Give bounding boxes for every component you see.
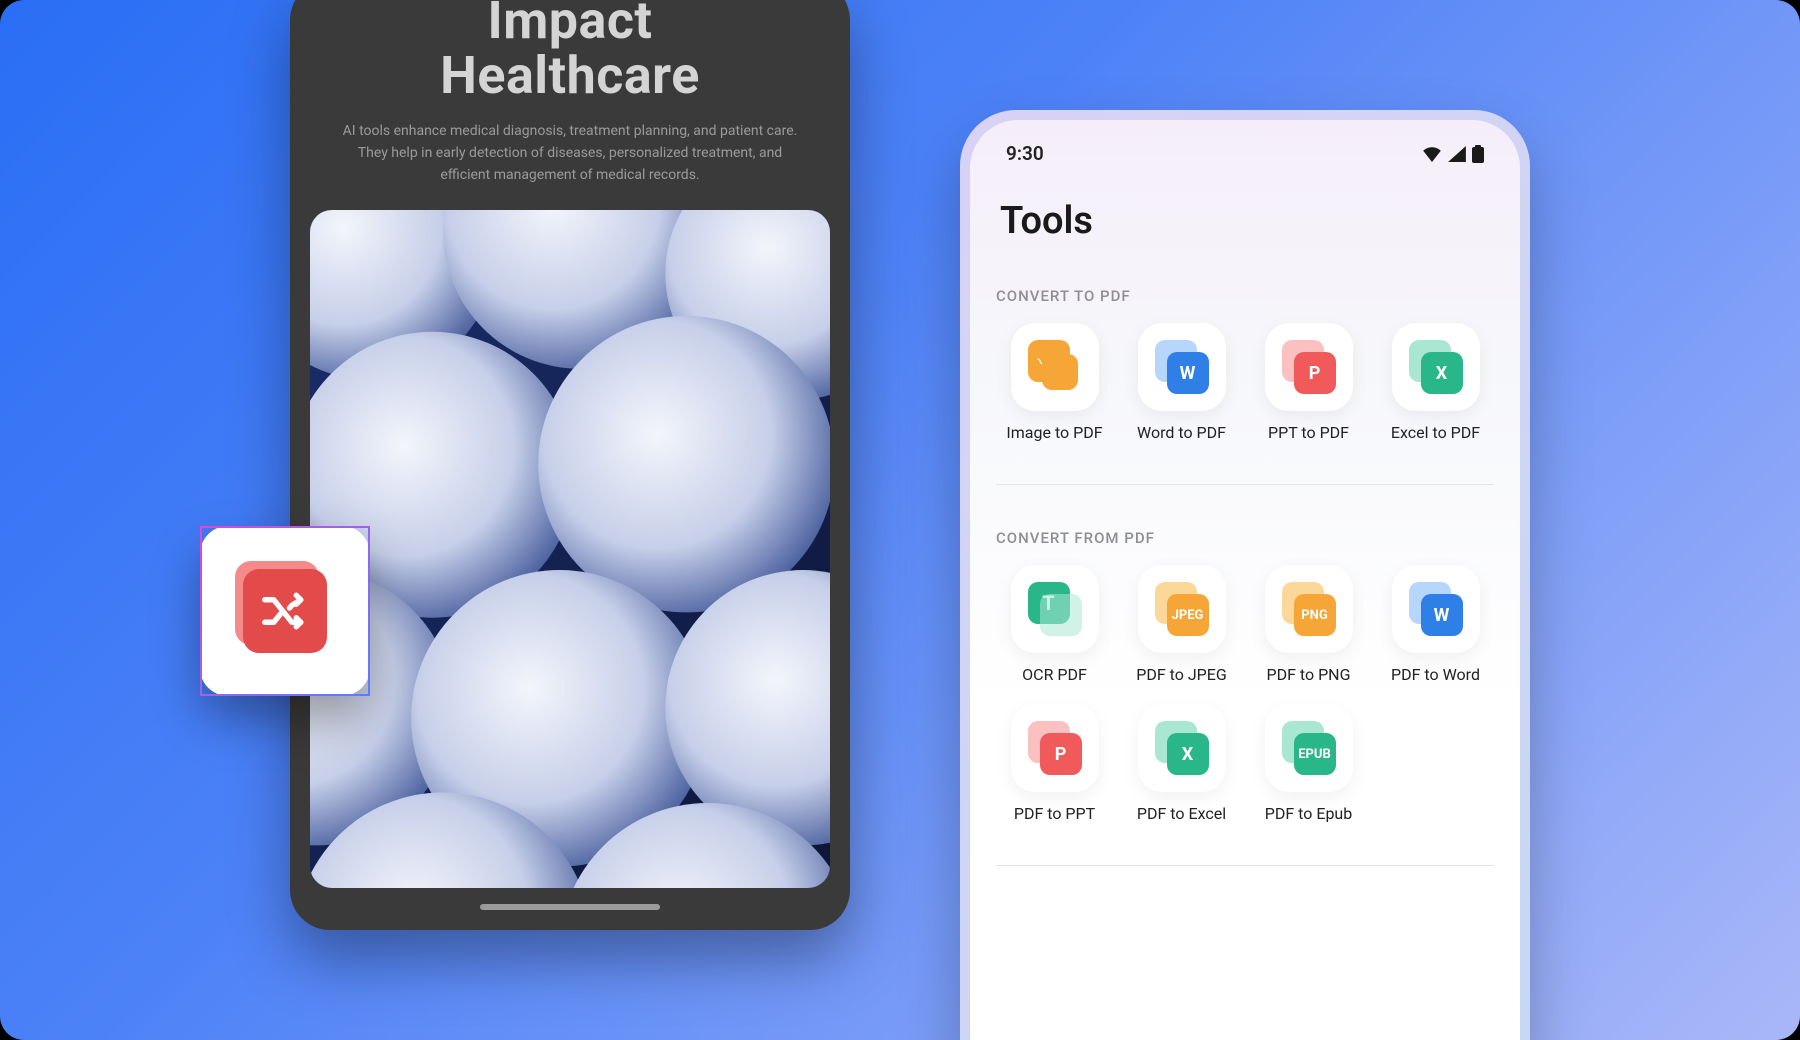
- tool-label: Image to PDF: [1006, 423, 1102, 442]
- abstract-image: [310, 210, 830, 888]
- divider: [996, 865, 1494, 866]
- battery-icon: [1472, 145, 1484, 163]
- status-time: 9:30: [1006, 142, 1044, 165]
- section-convert-to: CONVERT TO PDF: [996, 287, 1494, 305]
- tool-icon: P: [1265, 323, 1353, 411]
- tool-pdf-to-word[interactable]: W PDF to Word: [1377, 565, 1494, 684]
- tool-label: PDF to Excel: [1137, 804, 1226, 823]
- tool-ppt-to-pdf[interactable]: P PPT to PDF: [1250, 323, 1367, 442]
- tool-icon: X: [1392, 323, 1480, 411]
- divider: [996, 484, 1494, 485]
- tool-label: PDF to PPT: [1014, 804, 1095, 823]
- impact-title-line1: Impact: [487, 0, 652, 51]
- tool-label: Word to PDF: [1137, 423, 1226, 442]
- tool-label: Excel to PDF: [1391, 423, 1480, 442]
- status-bar: 9:30: [996, 142, 1494, 165]
- impact-title-line2: Healthcare: [440, 45, 700, 106]
- tool-icon: W: [1138, 323, 1226, 411]
- wifi-icon: [1422, 146, 1442, 162]
- phone-right-screen: 9:30 Tools CONVERT TO PDF 〰 Image to PDF W…: [970, 120, 1520, 1040]
- tool-pdf-to-epub[interactable]: EPUB PDF to Epub: [1250, 704, 1367, 823]
- tool-icon: X: [1138, 704, 1226, 792]
- tool-label: PPT to PDF: [1268, 423, 1349, 442]
- tool-label: PDF to PNG: [1267, 665, 1351, 684]
- tool-pdf-to-ppt[interactable]: P PDF to PPT: [996, 704, 1113, 823]
- tool-label: PDF to JPEG: [1136, 665, 1227, 684]
- impact-desc: AI tools enhance medical diagnosis, trea…: [336, 121, 804, 186]
- signal-icon: [1448, 146, 1466, 162]
- tool-pdf-to-png[interactable]: PNG PDF to PNG: [1250, 565, 1367, 684]
- section-convert-from: CONVERT FROM PDF: [996, 529, 1494, 547]
- tool-icon: EPUB: [1265, 704, 1353, 792]
- tool-pdf-to-excel[interactable]: X PDF to Excel: [1123, 704, 1240, 823]
- tool-icon: W: [1392, 565, 1480, 653]
- tool-word-to-pdf[interactable]: W Word to PDF: [1123, 323, 1240, 442]
- tool-label: PDF to Word: [1391, 665, 1480, 684]
- home-indicator: [480, 904, 660, 910]
- tool-icon: JPEG: [1138, 565, 1226, 653]
- phone-right-frame: 9:30 Tools CONVERT TO PDF 〰 Image to PDF W…: [960, 110, 1530, 1040]
- tool-icon: 〰: [1011, 323, 1099, 411]
- tool-label: PDF to Epub: [1265, 804, 1352, 823]
- tool-icon: P: [1011, 704, 1099, 792]
- tool-icon: PNG: [1265, 565, 1353, 653]
- tool-icon: T: [1011, 565, 1099, 653]
- tool-grid-from: T OCR PDF JPEG PDF to JPEG PNG PDF to PNG W PDF…: [996, 565, 1494, 823]
- shuffle-card[interactable]: [200, 526, 370, 696]
- tool-ocr-pdf[interactable]: T OCR PDF: [996, 565, 1113, 684]
- tool-grid-to: 〰 Image to PDF W Word to PDF P PPT to PDF X Exc…: [996, 323, 1494, 442]
- stage: Impact Healthcare AI tools enhance medic…: [0, 0, 1800, 1040]
- tool-excel-to-pdf[interactable]: X Excel to PDF: [1377, 323, 1494, 442]
- page-title: Tools: [1000, 199, 1494, 243]
- phone-left: Impact Healthcare AI tools enhance medic…: [290, 0, 850, 930]
- tool-pdf-to-jpeg[interactable]: JPEG PDF to JPEG: [1123, 565, 1240, 684]
- status-icons: [1422, 145, 1484, 163]
- impact-title: Impact Healthcare: [310, 0, 830, 103]
- tool-image-to-pdf[interactable]: 〰 Image to PDF: [996, 323, 1113, 442]
- tool-label: OCR PDF: [1022, 665, 1087, 684]
- shuffle-icon: [243, 569, 327, 653]
